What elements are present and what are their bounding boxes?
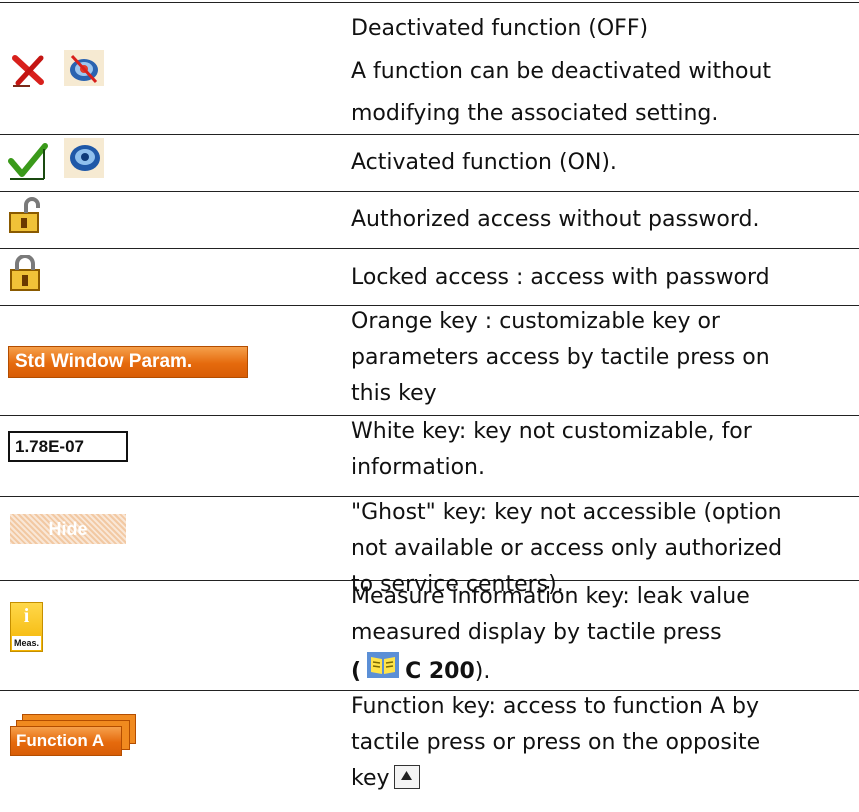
function-key-description-line1: Function key: access to function A by [351, 694, 759, 719]
measure-key-description-line2: measured display by tactile press [351, 620, 722, 645]
measure-key-label: Meas. [12, 636, 41, 650]
row-divider [0, 191, 859, 192]
white-key-example: 1.78E-07 [8, 431, 128, 462]
row-divider [0, 134, 859, 135]
white-key-description-line1: White key: key not customizable, for [351, 419, 752, 444]
deactivated-description-line2: A function can be deactivated without [351, 59, 772, 84]
measure-key-description-line3: ( C 200). [351, 652, 851, 689]
check-icon [8, 141, 48, 185]
row-divider [0, 690, 859, 691]
ghost-key-description-line1: "Ghost" key: key not accessible (option [351, 500, 782, 525]
deactivated-description-line1: Deactivated function (OFF) [351, 16, 649, 41]
padlock-closed-icon [9, 254, 41, 295]
row-divider [0, 415, 859, 416]
reference-close: ). [474, 659, 491, 684]
measure-key-description-line1: Measure information key: leak value [351, 584, 750, 609]
row-divider [0, 248, 859, 249]
deactivated-description-line3: modifying the associated setting. [351, 101, 719, 126]
reference-page: C 200 [405, 659, 475, 684]
row-divider [0, 2, 859, 3]
up-arrow-key-icon [393, 765, 420, 789]
book-icon [367, 652, 400, 686]
ghost-key-description-line2: not available or access only authorized [351, 536, 783, 561]
orange-key-description-line2: parameters access by tactile press on [351, 345, 770, 370]
activated-description: Activated function (ON). [351, 150, 617, 175]
row-divider [0, 496, 859, 497]
cross-icon [10, 52, 46, 92]
function-key-description-line2: tactile press or press on the opposite [351, 730, 761, 755]
white-key-description-line2: information. [351, 455, 485, 480]
function-key-description-line3: key [351, 765, 851, 793]
speaker-muted-icon [64, 50, 104, 90]
padlock-open-icon [9, 197, 41, 237]
ghost-key-example: Hide [10, 514, 126, 544]
row-divider [0, 305, 859, 306]
reference-open: ( [351, 659, 362, 684]
locked-description: Locked access : access with password [351, 265, 770, 290]
orange-key-description-line1: Orange key : customizable key or [351, 309, 720, 334]
measure-key-example: i Meas. [10, 602, 43, 652]
orange-key-example: Std Window Param. [8, 346, 248, 378]
info-icon: i [23, 605, 30, 627]
speaker-icon [64, 138, 104, 182]
function-key-description-key-word: key [351, 766, 390, 791]
orange-key-description-line3: this key [351, 381, 437, 406]
function-key-example: Function A [10, 726, 122, 756]
unlocked-description: Authorized access without password. [351, 207, 760, 232]
